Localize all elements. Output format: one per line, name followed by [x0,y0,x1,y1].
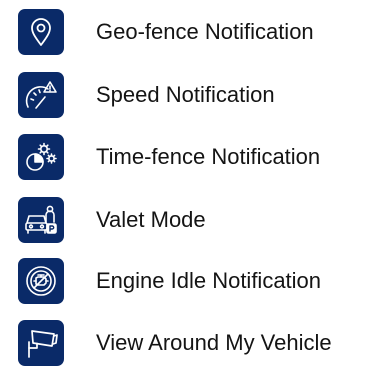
speed-label: Speed Notification [96,82,275,107]
geo-fence-label: Geo-fence Notification [96,19,314,44]
list-item-time-fence[interactable]: Time-fence Notification [18,134,373,180]
notification-feature-list: Geo-fence Notification Speed Notificatio… [0,0,377,374]
clock-gears-icon [18,134,64,180]
time-fence-label: Time-fence Notification [96,144,321,169]
valet-car-parking-icon [18,197,64,243]
speedometer-warning-icon [18,72,64,118]
engine-idle-icon [18,258,64,304]
list-item-engine-idle[interactable]: Engine Idle Notification [18,258,373,304]
map-pin-icon [18,9,64,55]
list-item-view-around-my-vehicle[interactable]: View Around My Vehicle [18,320,373,366]
list-item-speed[interactable]: Speed Notification [18,72,373,118]
list-item-valet-mode[interactable]: Valet Mode [18,197,373,243]
engine-idle-label: Engine Idle Notification [96,268,322,293]
camera-icon [18,320,64,366]
view-around-label: View Around My Vehicle [96,330,332,355]
valet-mode-label: Valet Mode [96,207,206,232]
list-item-geo-fence[interactable]: Geo-fence Notification [18,9,373,55]
